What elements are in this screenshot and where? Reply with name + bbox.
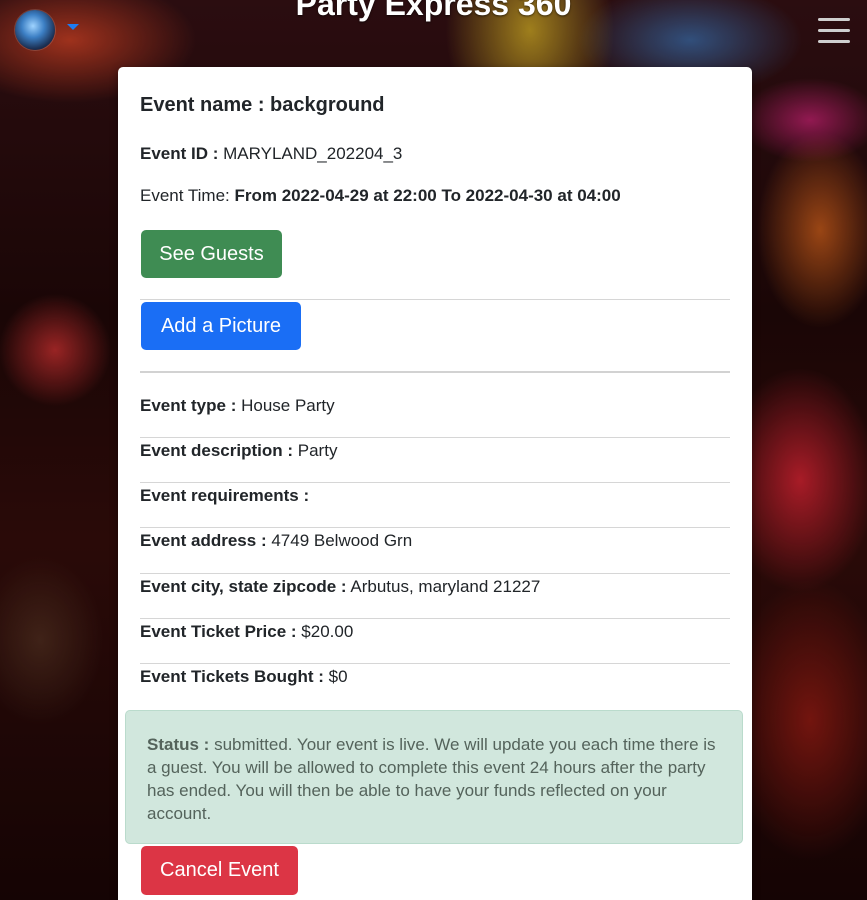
detail-row-event-type: Event type : House Party	[140, 396, 730, 416]
divider	[140, 371, 730, 373]
detail-value: 4749 Belwood Grn	[271, 531, 413, 550]
divider	[140, 482, 730, 483]
detail-row-tickets-bought: Event Tickets Bought : $0	[140, 667, 730, 687]
detail-value: Party	[297, 441, 338, 460]
detail-label: Event description :	[140, 441, 294, 460]
hamburger-menu-icon[interactable]	[818, 18, 850, 44]
event-name-row: Event name : background	[140, 94, 730, 117]
detail-label: Event address :	[140, 531, 267, 550]
divider	[140, 527, 730, 528]
divider	[140, 663, 730, 664]
event-name-value: background	[270, 94, 385, 116]
detail-row-ticket-price: Event Ticket Price : $20.00	[140, 622, 730, 642]
detail-label: Event city, state zipcode :	[140, 577, 347, 596]
event-id-label: Event ID :	[140, 144, 219, 163]
event-time-row: Event Time: From 2022-04-29 at 22:00 To …	[140, 186, 730, 206]
status-text: submitted. Your event is live. We will u…	[147, 735, 716, 823]
divider	[140, 573, 730, 574]
event-card: Event name : background Event ID : MARYL…	[118, 67, 752, 900]
see-guests-button[interactable]: See Guests	[141, 230, 282, 278]
detail-label: Event Ticket Price :	[140, 622, 297, 641]
app-title: Party Express 360	[295, 0, 572, 22]
event-time-value: From 2022-04-29 at 22:00 To 2022-04-30 a…	[234, 186, 621, 205]
divider	[140, 299, 730, 300]
add-picture-button[interactable]: Add a Picture	[141, 302, 301, 350]
status-label: Status :	[147, 735, 210, 754]
event-id-row: Event ID : MARYLAND_202204_3	[140, 144, 730, 164]
event-id-value: MARYLAND_202204_3	[223, 144, 403, 163]
detail-value: House Party	[241, 396, 335, 415]
detail-row-event-requirements: Event requirements :	[140, 486, 730, 506]
detail-label: Event Tickets Bought :	[140, 667, 324, 686]
detail-row-event-city-state-zip: Event city, state zipcode : Arbutus, mar…	[140, 577, 730, 597]
detail-value: $20.00	[301, 622, 354, 641]
top-bar: Party Express 360	[0, 0, 867, 60]
detail-value: $0	[328, 667, 348, 686]
divider	[140, 437, 730, 438]
cancel-event-button[interactable]: Cancel Event	[141, 846, 298, 895]
chevron-down-icon[interactable]	[67, 24, 79, 30]
status-alert: Status : submitted. Your event is live. …	[125, 710, 743, 844]
detail-label: Event type :	[140, 396, 237, 415]
event-time-label: Event Time:	[140, 186, 230, 205]
divider	[140, 618, 730, 619]
event-name-label: Event name :	[140, 94, 265, 116]
detail-label: Event requirements :	[140, 486, 310, 505]
detail-row-event-description: Event description : Party	[140, 441, 730, 461]
detail-row-event-address: Event address : 4749 Belwood Grn	[140, 531, 730, 551]
detail-value: Arbutus, maryland 21227	[350, 577, 541, 596]
